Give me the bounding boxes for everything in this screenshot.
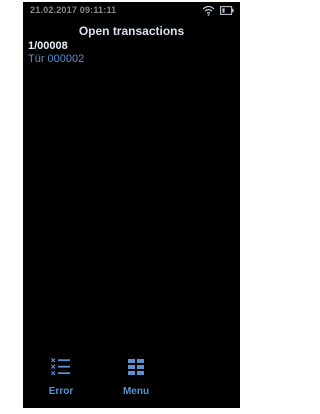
- device-screen: 21.02.2017 09:11:11 Open transactions 1/…: [23, 2, 240, 408]
- error-list-icon: [51, 358, 70, 376]
- error-button-label: Error: [48, 386, 74, 397]
- transaction-location: Tür 000002: [28, 53, 85, 65]
- status-datetime: 21.02.2017 09:11:11: [30, 5, 117, 15]
- transaction-row[interactable]: 1/00008 Tür 000002: [28, 40, 228, 66]
- page-title: Open transactions: [78, 24, 185, 38]
- error-button[interactable]: Error: [39, 358, 83, 402]
- transaction-number: 1/00008: [28, 40, 68, 52]
- grid-menu-icon: [128, 359, 144, 375]
- battery-icon: [220, 6, 234, 15]
- menu-button-label: Menu: [122, 386, 150, 397]
- menu-button[interactable]: Menu: [114, 358, 158, 402]
- status-bar: 21.02.2017 09:11:11: [23, 2, 240, 18]
- wifi-icon: [202, 5, 215, 16]
